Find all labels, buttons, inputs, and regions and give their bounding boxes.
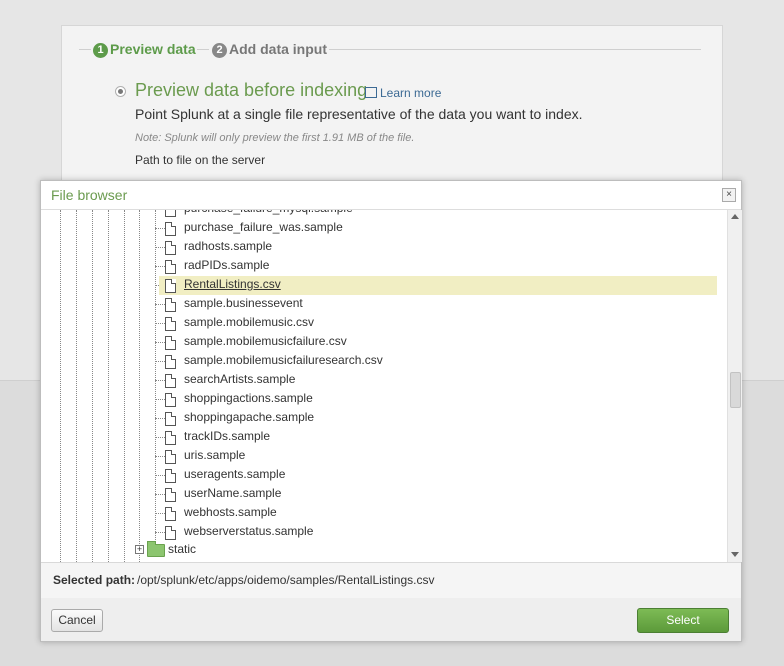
path-label: Path to file on the server xyxy=(135,153,266,167)
tree-file-item[interactable]: sample.mobilemusicfailure.csv xyxy=(159,333,717,352)
file-name: shoppingapache.sample xyxy=(184,410,315,424)
tree-file-item[interactable]: shoppingapache.sample xyxy=(159,409,717,428)
file-name: webhosts.sample xyxy=(184,505,277,519)
close-icon[interactable]: × xyxy=(722,188,736,202)
tree-file-item[interactable]: uris.sample xyxy=(159,447,717,466)
tree-guide-line xyxy=(108,210,109,562)
wizard-steps: 1 Preview data 2 Add data input xyxy=(79,40,701,58)
file-name: searchArtists.sample xyxy=(184,372,296,386)
file-icon xyxy=(165,241,176,255)
file-icon xyxy=(165,298,176,312)
file-icon xyxy=(165,412,176,426)
tree-file-item[interactable]: userName.sample xyxy=(159,485,717,504)
file-icon xyxy=(165,450,176,464)
file-name: sample.businessevent xyxy=(184,296,303,310)
tree-file-item[interactable]: useragents.sample xyxy=(159,466,717,485)
preview-description: Point Splunk at a single file representa… xyxy=(135,106,583,122)
file-icon xyxy=(165,355,176,369)
file-icon xyxy=(165,507,176,521)
file-tree[interactable]: + static purchase_failure_mysql.samplepu… xyxy=(41,210,727,562)
dialog-header: File browser × xyxy=(41,181,741,210)
file-icon xyxy=(165,336,176,350)
step-number: 2 xyxy=(212,43,227,58)
tree-file-item[interactable]: trackIDs.sample xyxy=(159,428,717,447)
learn-more-link[interactable]: Learn more xyxy=(365,86,441,100)
file-name: shoppingactions.sample xyxy=(184,391,313,405)
preview-note: Note: Splunk will only preview the first… xyxy=(135,132,415,144)
file-icon xyxy=(165,279,176,293)
folder-name: static xyxy=(168,542,197,556)
learn-more-label: Learn more xyxy=(380,86,442,100)
file-icon xyxy=(165,374,176,388)
tree-guide-line xyxy=(155,210,156,540)
step-preview-data: 1 Preview data xyxy=(93,40,196,58)
scroll-down-icon[interactable] xyxy=(731,552,739,557)
step-label: Add data input xyxy=(229,41,327,57)
step-label: Preview data xyxy=(110,41,196,57)
tree-guide-line xyxy=(92,210,93,562)
file-name: radhosts.sample xyxy=(184,239,273,253)
tree-file-item[interactable]: radhosts.sample xyxy=(159,238,717,257)
file-name: trackIDs.sample xyxy=(184,429,271,443)
tree-file-item[interactable]: searchArtists.sample xyxy=(159,371,717,390)
tree-file-item[interactable]: purchase_failure_mysql.sample xyxy=(159,210,717,219)
tree-file-item[interactable]: shoppingactions.sample xyxy=(159,390,717,409)
steps-divider xyxy=(79,49,91,50)
preview-radio-button[interactable] xyxy=(115,86,126,97)
file-name: sample.mobilemusicfailure.csv xyxy=(184,334,347,348)
selected-path-label: Selected path: xyxy=(53,573,136,587)
file-name: RentalListings.csv xyxy=(184,277,281,291)
file-name: radPIDs.sample xyxy=(184,258,270,272)
select-button[interactable]: Select xyxy=(637,608,729,633)
tree-file-item[interactable]: purchase_failure_was.sample xyxy=(159,219,717,238)
file-icon xyxy=(165,431,176,445)
step-number: 1 xyxy=(93,43,108,58)
step-add-data-input: 2 Add data input xyxy=(212,40,327,58)
file-name: useragents.sample xyxy=(184,467,286,481)
file-name: sample.mobilemusic.csv xyxy=(184,315,315,329)
file-name: uris.sample xyxy=(184,448,246,462)
scrollbar-thumb[interactable] xyxy=(730,372,741,408)
expand-icon[interactable]: + xyxy=(135,545,144,554)
tree-file-item[interactable]: webhosts.sample xyxy=(159,504,717,523)
steps-divider xyxy=(329,49,701,50)
file-icon xyxy=(165,210,176,217)
file-icon xyxy=(165,260,176,274)
file-icon xyxy=(165,469,176,483)
tree-guide-line xyxy=(60,210,61,562)
tree-file-item[interactable]: webserverstatus.sample xyxy=(159,523,717,542)
tree-file-item[interactable]: radPIDs.sample xyxy=(159,257,717,276)
file-icon xyxy=(165,317,176,331)
file-icon xyxy=(165,488,176,502)
tree-guide-line xyxy=(139,210,140,562)
preview-title: Preview data before indexing xyxy=(135,80,368,100)
file-icon xyxy=(165,222,176,236)
folder-icon xyxy=(147,541,165,557)
dialog-footer: Cancel Select xyxy=(41,598,741,641)
file-name: purchase_failure_mysql.sample xyxy=(184,210,353,215)
tree-guide-line xyxy=(76,210,77,562)
tree-folder-static[interactable]: + static xyxy=(135,541,335,560)
tree-file-item[interactable]: sample.businessevent xyxy=(159,295,717,314)
steps-divider xyxy=(197,49,209,50)
file-name: webserverstatus.sample xyxy=(184,524,314,538)
file-browser-dialog: File browser × + static purchase_failure… xyxy=(40,180,742,642)
scroll-up-icon[interactable] xyxy=(731,214,739,219)
selected-path-value: /opt/splunk/etc/apps/oidemo/samples/Rent… xyxy=(137,573,435,587)
file-name: sample.mobilemusicfailuresearch.csv xyxy=(184,353,383,367)
tree-guide-line xyxy=(124,210,125,562)
external-link-icon xyxy=(365,87,377,98)
selected-path-bar: Selected path: /opt/splunk/etc/apps/oide… xyxy=(41,562,741,599)
file-icon xyxy=(165,393,176,407)
cancel-button[interactable]: Cancel xyxy=(51,609,103,632)
file-icon xyxy=(165,526,176,540)
dialog-title: File browser xyxy=(51,187,128,203)
file-name: purchase_failure_was.sample xyxy=(184,220,343,234)
tree-file-item[interactable]: RentalListings.csv xyxy=(159,276,717,295)
tree-scrollbar[interactable] xyxy=(727,210,742,562)
tree-file-item[interactable]: sample.mobilemusicfailuresearch.csv xyxy=(159,352,717,371)
file-name: userName.sample xyxy=(184,486,282,500)
tree-file-item[interactable]: sample.mobilemusic.csv xyxy=(159,314,717,333)
